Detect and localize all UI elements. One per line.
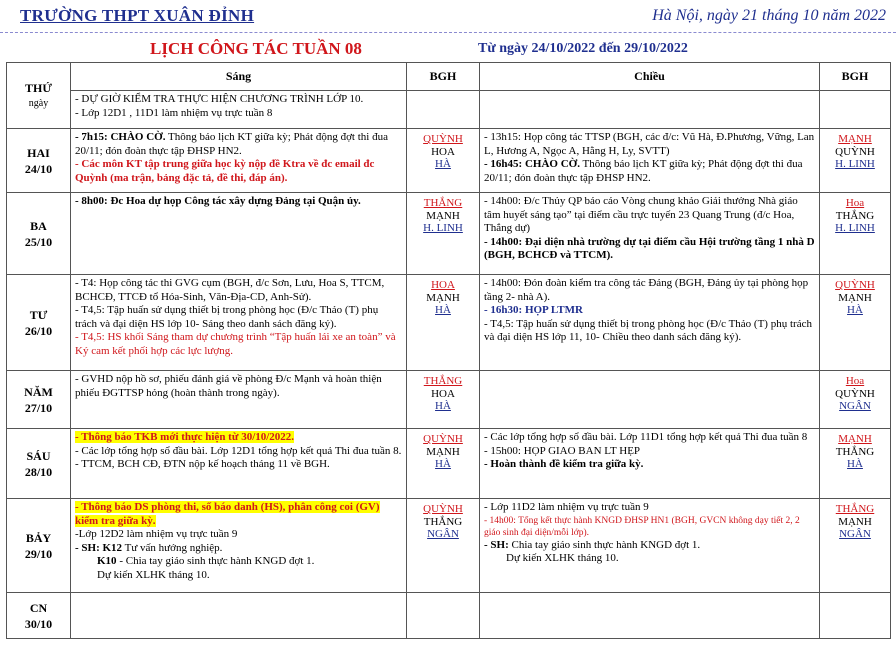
table-row: HAI 24/10 - 7h15: CHÀO CỜ. Thông báo lịc… [6, 128, 891, 193]
bgh-afternoon-cell: MẠNH THẮNG HÀ [819, 428, 891, 499]
day-cell: BA 25/10 [6, 192, 71, 275]
col-morning-header: Sáng [70, 62, 407, 91]
bgh-morning-cell: QUỲNH HOA HÀ [406, 128, 480, 193]
afternoon-cell: - 14h00: Đ/c Thủy QP báo cáo Vòng chung … [479, 192, 820, 275]
header-row: THỨ ngày Sáng BGH Chiều BGH [6, 62, 891, 129]
morning-cell: - 7h15: CHÀO CỜ. Thông báo lịch KT giữa … [70, 128, 407, 193]
table-row: BẢY 29/10 - Thông báo DS phòng thi, số b… [6, 498, 891, 593]
morning-cell: - Thông báo DS phòng thi, số báo danh (H… [70, 498, 407, 593]
bgh-afternoon-cell: Hoa QUỲNH NGÂN [819, 370, 891, 429]
bgh-morning-cell: QUỲNH THẮNG NGÂN [406, 498, 480, 593]
col-bgh-am-header: BGH [406, 62, 480, 91]
bgh-morning-cell: THẮNG MẠNH H. LINH [406, 192, 480, 275]
afternoon-cell: - Các lớp tổng hợp sổ đầu bài. Lớp 11D1 … [479, 428, 820, 499]
header-divider [0, 32, 896, 33]
table-row: NĂM 27/10 - GVHD nộp hồ sơ, phiếu đánh g… [6, 370, 891, 429]
col-afternoon-header: Chiều [479, 62, 820, 91]
school-name: TRƯỜNG THPT XUÂN ĐỈNH [20, 6, 255, 25]
table-row: TƯ 26/10 - T4: Họp công tác thi GVG cụm … [6, 274, 891, 371]
afternoon-cell: - Lớp 11D2 làm nhiệm vụ trực tuần 9 - 14… [479, 498, 820, 593]
day-cell: CN 30/10 [6, 592, 71, 639]
day-cell: SÁU 28/10 [6, 428, 71, 499]
table-row: - DỰ GIỜ KIỂM TRA THỰC HIỆN CHƯƠNG TRÌNH… [7, 90, 891, 129]
morning-cell: - Thông báo TKB mới thực hiện từ 30/10/2… [70, 428, 407, 499]
table-row: SÁU 28/10 - Thông báo TKB mới thực hiện … [6, 428, 891, 499]
morning-cell: - 8h00: Đc Hoa dự họp Công tác xây dựng … [70, 192, 407, 275]
day-cell: BẢY 29/10 [6, 498, 71, 593]
day-cell: NĂM 27/10 [6, 370, 71, 429]
date-range: Từ ngày 24/10/2022 đến 29/10/2022 [478, 41, 688, 56]
table-row: CN 30/10 [6, 592, 891, 639]
document-date: Hà Nội, ngày 21 tháng 10 năm 2022 [652, 7, 886, 24]
schedule-title: LỊCH CÔNG TÁC TUẦN 08 [150, 39, 362, 58]
afternoon-cell: - 14h00: Đón đoàn kiểm tra công tác Đảng… [479, 274, 820, 371]
bgh-morning-cell: QUỲNH MẠNH HÀ [406, 428, 480, 499]
morning-cell: - DỰ GIỜ KIỂM TRA THỰC HIỆN CHƯƠNG TRÌNH… [70, 90, 407, 129]
bgh-afternoon-cell: Hoa THẮNG H. LINH [819, 192, 891, 275]
schedule-table: THỨ ngày Sáng BGH Chiều BGH - DỰ GIỜ KIỂ… [6, 62, 891, 639]
day-cell: TƯ 26/10 [6, 274, 71, 371]
morning-cell: - GVHD nộp hồ sơ, phiếu đánh giá về phòn… [70, 370, 407, 429]
col-bgh-pm-header: BGH [819, 62, 891, 91]
afternoon-cell: - 13h15: Họp công tác TTSP (BGH, các đ/c… [479, 128, 820, 193]
bgh-afternoon-cell: QUỲNH MẠNH HÀ [819, 274, 891, 371]
bgh-morning-cell: HOA MẠNH HÀ [406, 274, 480, 371]
bgh-morning-cell: THẮNG HOA HÀ [406, 370, 480, 429]
bgh-afternoon-cell: MẠNH QUỲNH H. LINH [819, 128, 891, 193]
afternoon-cell [479, 370, 820, 429]
table-row: BA 25/10 - 8h00: Đc Hoa dự họp Công tác … [6, 192, 891, 275]
day-cell: HAI 24/10 [6, 128, 71, 193]
col-day-header: THỨ ngày [6, 62, 71, 129]
morning-cell: - T4: Họp công tác thi GVG cụm (BGH, đ/c… [70, 274, 407, 371]
bgh-afternoon-cell: THẮNG MẠNH NGÂN [819, 498, 891, 593]
